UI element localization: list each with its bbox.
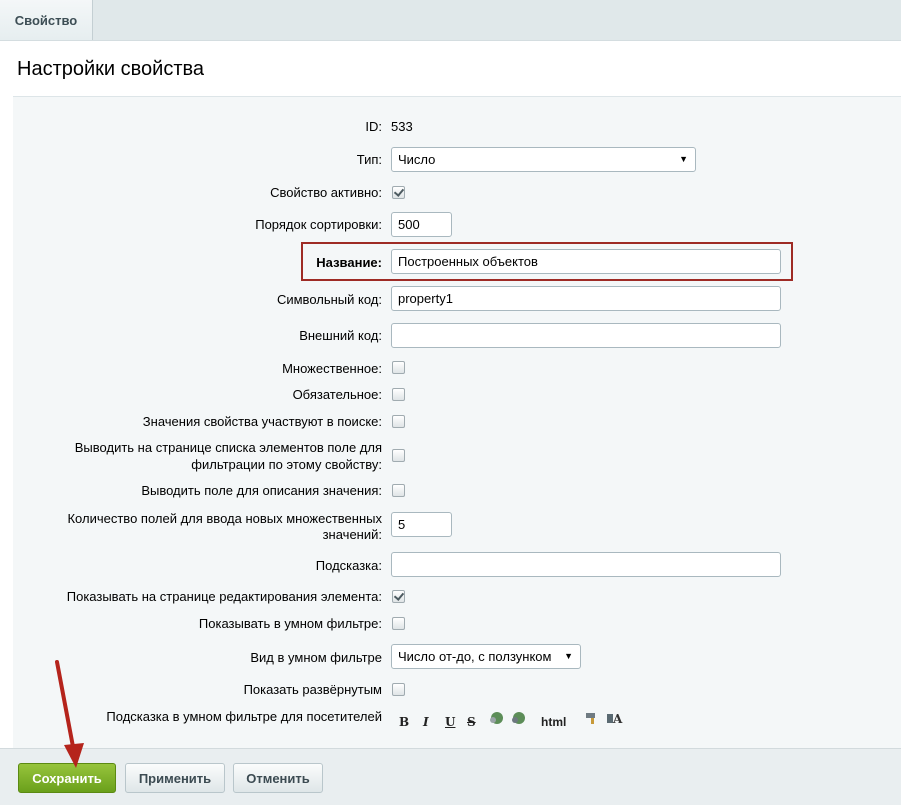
xml-id-input[interactable]	[391, 323, 781, 348]
underline-button[interactable]: U	[445, 710, 455, 734]
multiple-cnt-input[interactable]: 5	[391, 512, 452, 537]
type-label: Тип:	[356, 152, 382, 167]
smart-view-select[interactable]: Число от-до, с ползунком ▼	[391, 644, 581, 669]
unlink-icon[interactable]	[510, 710, 526, 734]
with-description-checkbox[interactable]	[392, 484, 405, 497]
multiple-cnt-label-line2: значений:	[322, 527, 382, 542]
link-icon[interactable]	[488, 710, 504, 734]
multiple-label: Множественное:	[282, 361, 382, 376]
id-value: 533	[391, 119, 413, 134]
searchable-checkbox[interactable]	[392, 415, 405, 428]
show-on-edit-label: Показывать на странице редактирования эл…	[66, 589, 382, 604]
page-title: Настройки свойства	[17, 58, 205, 80]
filtrable-label-line2: фильтрации по этому свойству:	[191, 457, 382, 472]
with-description-label: Выводить поле для описания значения:	[141, 483, 382, 498]
strike-button[interactable]: S	[467, 710, 476, 734]
footer-bar: Сохранить Применить Отменить	[0, 748, 901, 805]
tab-property[interactable]: Свойство	[0, 0, 93, 40]
smart-filter-label: Показывать в умном фильтре:	[198, 616, 382, 631]
required-label: Обязательное:	[292, 387, 382, 402]
format-painter-icon[interactable]	[584, 710, 600, 734]
id-label: ID:	[365, 119, 382, 134]
smart-view-label: Вид в умном фильтре	[250, 650, 382, 665]
active-label: Свойство активно:	[270, 185, 382, 200]
sort-input[interactable]: 500	[391, 212, 452, 237]
multiple-checkbox[interactable]	[392, 361, 405, 374]
dropdown-arrow-icon: ▼	[564, 651, 573, 661]
name-input[interactable]: Построенных объектов	[391, 249, 781, 274]
editor-toolbar: B I U S html A	[391, 710, 901, 736]
show-expanded-checkbox[interactable]	[392, 683, 405, 696]
show-on-edit-checkbox[interactable]	[392, 590, 405, 603]
type-select[interactable]: Число ▼	[391, 147, 696, 172]
bold-button[interactable]: B	[399, 710, 409, 734]
dropdown-arrow-icon: ▼	[679, 154, 688, 164]
hint-label: Подсказка:	[315, 558, 382, 573]
xml-id-label: Внешний код:	[299, 328, 382, 343]
tab-bar: Свойство	[0, 0, 901, 40]
show-expanded-label: Показать развёрнутым	[243, 682, 382, 697]
smart-view-select-value: Число от-до, с ползунком	[398, 649, 552, 664]
active-checkbox[interactable]	[392, 186, 405, 199]
type-select-value: Число	[398, 152, 436, 167]
filtrable-checkbox[interactable]	[392, 449, 405, 462]
code-input[interactable]: property1	[391, 286, 781, 311]
name-label: Название:	[316, 255, 382, 270]
filter-hint-label: Подсказка в умном фильтре для посетителе…	[106, 709, 382, 724]
italic-button[interactable]: I	[423, 710, 429, 734]
save-button[interactable]: Сохранить	[18, 763, 116, 793]
smart-filter-checkbox[interactable]	[392, 617, 405, 630]
cancel-button[interactable]: Отменить	[233, 763, 323, 793]
code-label: Символьный код:	[276, 292, 382, 307]
filtrable-label-line1: Выводить на странице списка элементов по…	[74, 440, 382, 455]
svg-text:A: A	[612, 712, 623, 726]
required-checkbox[interactable]	[392, 388, 405, 401]
searchable-label: Значения свойства участвуют в поиске:	[142, 414, 382, 429]
sort-label: Порядок сортировки:	[255, 217, 382, 232]
apply-button[interactable]: Применить	[125, 763, 225, 793]
html-button[interactable]: html	[541, 710, 566, 734]
hint-input[interactable]	[391, 552, 781, 577]
multiple-cnt-label-line1: Количество полей для ввода новых множест…	[67, 511, 382, 526]
font-color-icon[interactable]: A	[606, 710, 624, 734]
